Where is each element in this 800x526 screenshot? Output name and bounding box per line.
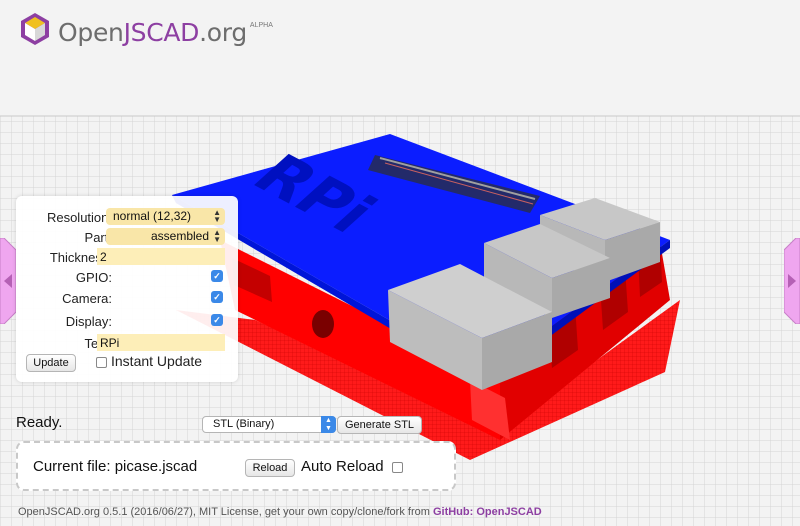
part-select[interactable]: assembled ▲ ▼ — [106, 228, 225, 245]
footer: OpenJSCAD.org 0.5.1 (2016/06/27), MIT Li… — [18, 506, 542, 518]
select-arrows-icon: ▲ ▼ — [213, 208, 221, 224]
display-label: Display: — [65, 314, 112, 329]
thickness-input[interactable] — [97, 248, 225, 265]
export-format-value: STL (Binary) — [213, 418, 275, 430]
param-thickness: Thickness: — [16, 247, 238, 267]
port-hole — [312, 310, 334, 338]
param-resolution: Resolution: normal (12,32) ▲ ▼ — [16, 207, 238, 227]
update-button[interactable]: Update — [26, 354, 76, 372]
generate-stl-button[interactable]: Generate STL — [337, 416, 422, 434]
resolution-label: Resolution: — [46, 210, 112, 225]
resolution-value: normal (12,32) — [113, 209, 192, 223]
param-gpio: GPIO: ✓ — [16, 267, 238, 287]
gpio-label: GPIO: — [75, 270, 112, 285]
cube-logo-icon — [21, 13, 49, 45]
auto-reload-checkbox[interactable] — [392, 462, 403, 473]
select-arrows-icon: ▲ ▼ — [213, 228, 221, 244]
left-panel-toggle[interactable] — [0, 238, 16, 324]
resolution-select[interactable]: normal (12,32) ▲ ▼ — [106, 208, 225, 225]
alpha-badge: ALPHA — [249, 22, 273, 29]
select-arrows-icon: ▲ ▼ — [321, 416, 336, 433]
param-camera: Camera: ✓ — [16, 288, 238, 308]
instant-update-label: Instant Update — [111, 353, 203, 369]
camera-label: Camera: — [62, 291, 112, 306]
instant-update-checkbox[interactable] — [96, 357, 107, 368]
gpio-checkbox[interactable]: ✓ — [211, 270, 223, 282]
openjscad-logo[interactable]: OpenJSCAD.org ALPHA — [20, 12, 273, 47]
param-text: Text: — [16, 333, 238, 353]
parameters-panel: Resolution: normal (12,32) ▲ ▼ Part: asse… — [16, 196, 238, 382]
export-format-select[interactable]: STL (Binary) ▲ ▼ — [202, 416, 336, 433]
camera-checkbox[interactable]: ✓ — [211, 291, 223, 303]
status-text: Ready. — [16, 414, 63, 431]
file-drop-zone[interactable]: Current file: picase.jscad Reload Auto R… — [16, 441, 456, 491]
display-checkbox[interactable]: ✓ — [211, 314, 223, 326]
github-link[interactable]: GitHub: OpenJSCAD — [433, 506, 542, 518]
footer-text: OpenJSCAD.org 0.5.1 (2016/06/27), MIT Li… — [18, 506, 433, 518]
param-part: Part: assembled ▲ ▼ — [16, 227, 238, 247]
reload-button[interactable]: Reload — [245, 459, 295, 477]
auto-reload-label: Auto Reload — [301, 458, 384, 475]
current-file-label: Current file: picase.jscad — [33, 458, 198, 475]
param-display: Display: ✓ — [16, 311, 238, 331]
logo-wordmark: OpenJSCAD.org — [58, 18, 247, 47]
text-input[interactable] — [97, 334, 225, 351]
right-panel-toggle[interactable] — [784, 238, 800, 324]
part-value: assembled — [150, 229, 209, 243]
